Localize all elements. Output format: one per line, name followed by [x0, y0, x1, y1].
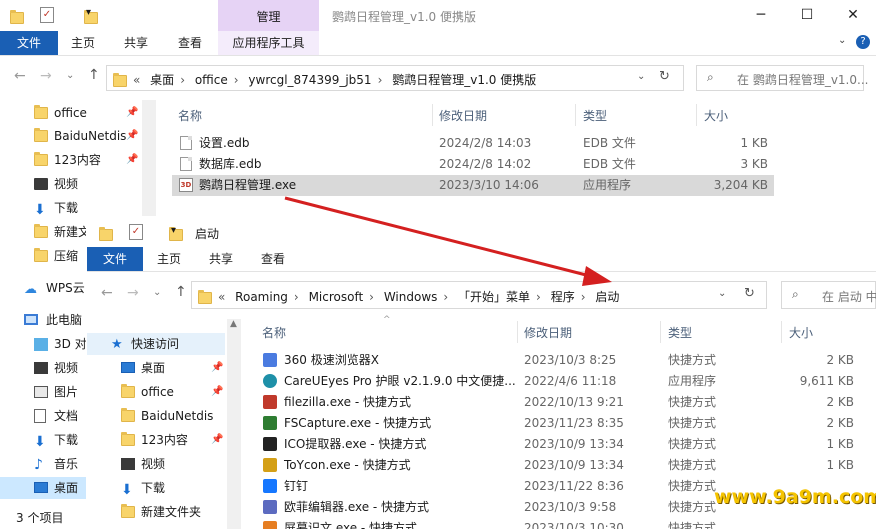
- arrow-head: [582, 266, 612, 286]
- arrow-line: [284, 196, 591, 278]
- annotation-arrow: [284, 196, 612, 286]
- watermark: www.9a9m.com: [714, 486, 876, 508]
